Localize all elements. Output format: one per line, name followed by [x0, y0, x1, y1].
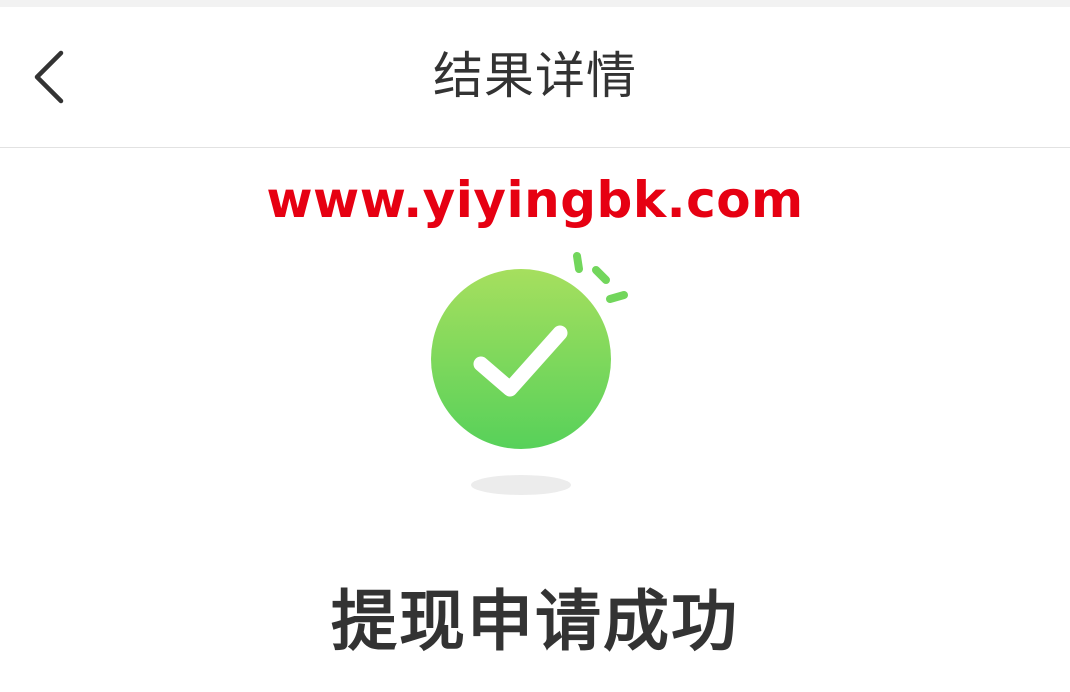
check-circle-icon	[431, 252, 628, 495]
result-detail-page: 结果详情 www.yiyingbk.com 提现申请成功	[0, 0, 1070, 692]
result-message: 提现申请成功	[331, 583, 739, 660]
page-title: 结果详情	[433, 47, 637, 105]
watermark-text: www.yiyingbk.com	[266, 171, 804, 229]
success-circle	[431, 269, 611, 449]
sparkle-lines	[573, 252, 628, 303]
navigation-bar: 结果详情	[0, 7, 1070, 148]
icon-shadow	[471, 475, 571, 495]
status-bar	[0, 0, 1070, 7]
